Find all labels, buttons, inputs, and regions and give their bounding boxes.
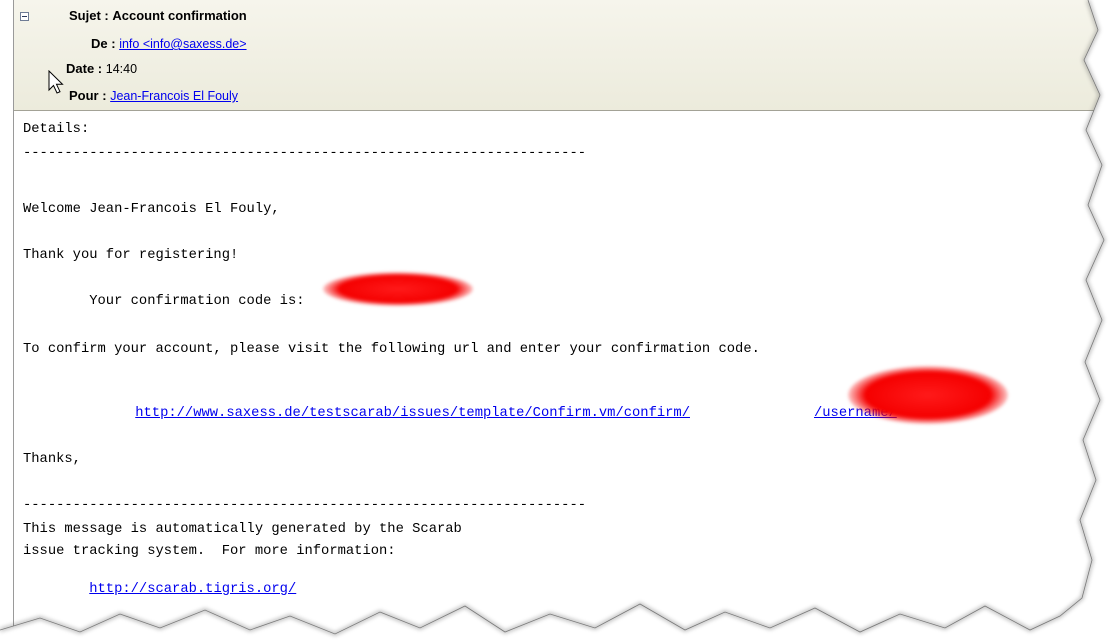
confirm-instruction-line: To confirm your account, please visit th… bbox=[23, 342, 760, 357]
to-label: Pour : bbox=[69, 88, 107, 103]
message-header: Sujet : Account confirmation De : info <… bbox=[14, 0, 1117, 111]
thanks-register-line: Thank you for registering! bbox=[23, 248, 239, 263]
separator-top: ----------------------------------------… bbox=[23, 146, 587, 161]
subject-label: Sujet : bbox=[69, 8, 109, 23]
to-row: Pour : Jean-Francois El Fouly bbox=[69, 88, 238, 104]
from-label: De : bbox=[91, 36, 116, 51]
from-link[interactable]: info <info@saxess.de> bbox=[119, 37, 246, 51]
separator-bottom: ----------------------------------------… bbox=[23, 498, 587, 513]
subject-row: Sujet : Account confirmation bbox=[69, 8, 247, 24]
date-row: Date : 14:40 bbox=[66, 61, 137, 77]
from-row: De : info <info@saxess.de> bbox=[91, 36, 247, 52]
confirm-url-line: http://www.saxess.de/testscarab/issues/t… bbox=[69, 390, 897, 438]
to-link[interactable]: Jean-Francois El Fouly bbox=[110, 89, 238, 103]
thanks-line: Thanks, bbox=[23, 452, 81, 467]
code-line: Your confirmation code is: bbox=[23, 278, 305, 326]
screenshot-frame: Sujet : Account confirmation De : info <… bbox=[0, 0, 1117, 644]
details-heading: Details: bbox=[23, 122, 90, 137]
message-body: Details: -------------------------------… bbox=[23, 122, 1008, 597]
collapse-toggle-icon[interactable] bbox=[20, 12, 29, 21]
email-window: Sujet : Account confirmation De : info <… bbox=[13, 0, 1117, 644]
welcome-line: Welcome Jean-Francois El Fouly, bbox=[23, 202, 280, 217]
footer-link-line: http://scarab.tigris.org/ bbox=[23, 566, 296, 614]
mouse-pointer-icon bbox=[48, 70, 64, 94]
footer-line-1: This message is automatically generated … bbox=[23, 522, 462, 537]
confirm-url-part1[interactable]: http://www.saxess.de/testscarab/issues/t… bbox=[135, 406, 690, 421]
date-value: 14:40 bbox=[105, 62, 138, 76]
code-label: Your confirmation code is: bbox=[89, 294, 305, 309]
date-label: Date : bbox=[66, 61, 103, 76]
subject-value: Account confirmation bbox=[112, 8, 247, 23]
scarab-link[interactable]: http://scarab.tigris.org/ bbox=[89, 582, 296, 597]
redacted-url-mark bbox=[848, 366, 1008, 424]
redacted-code-mark bbox=[323, 272, 473, 306]
footer-line-2: issue tracking system. For more informat… bbox=[23, 544, 396, 559]
